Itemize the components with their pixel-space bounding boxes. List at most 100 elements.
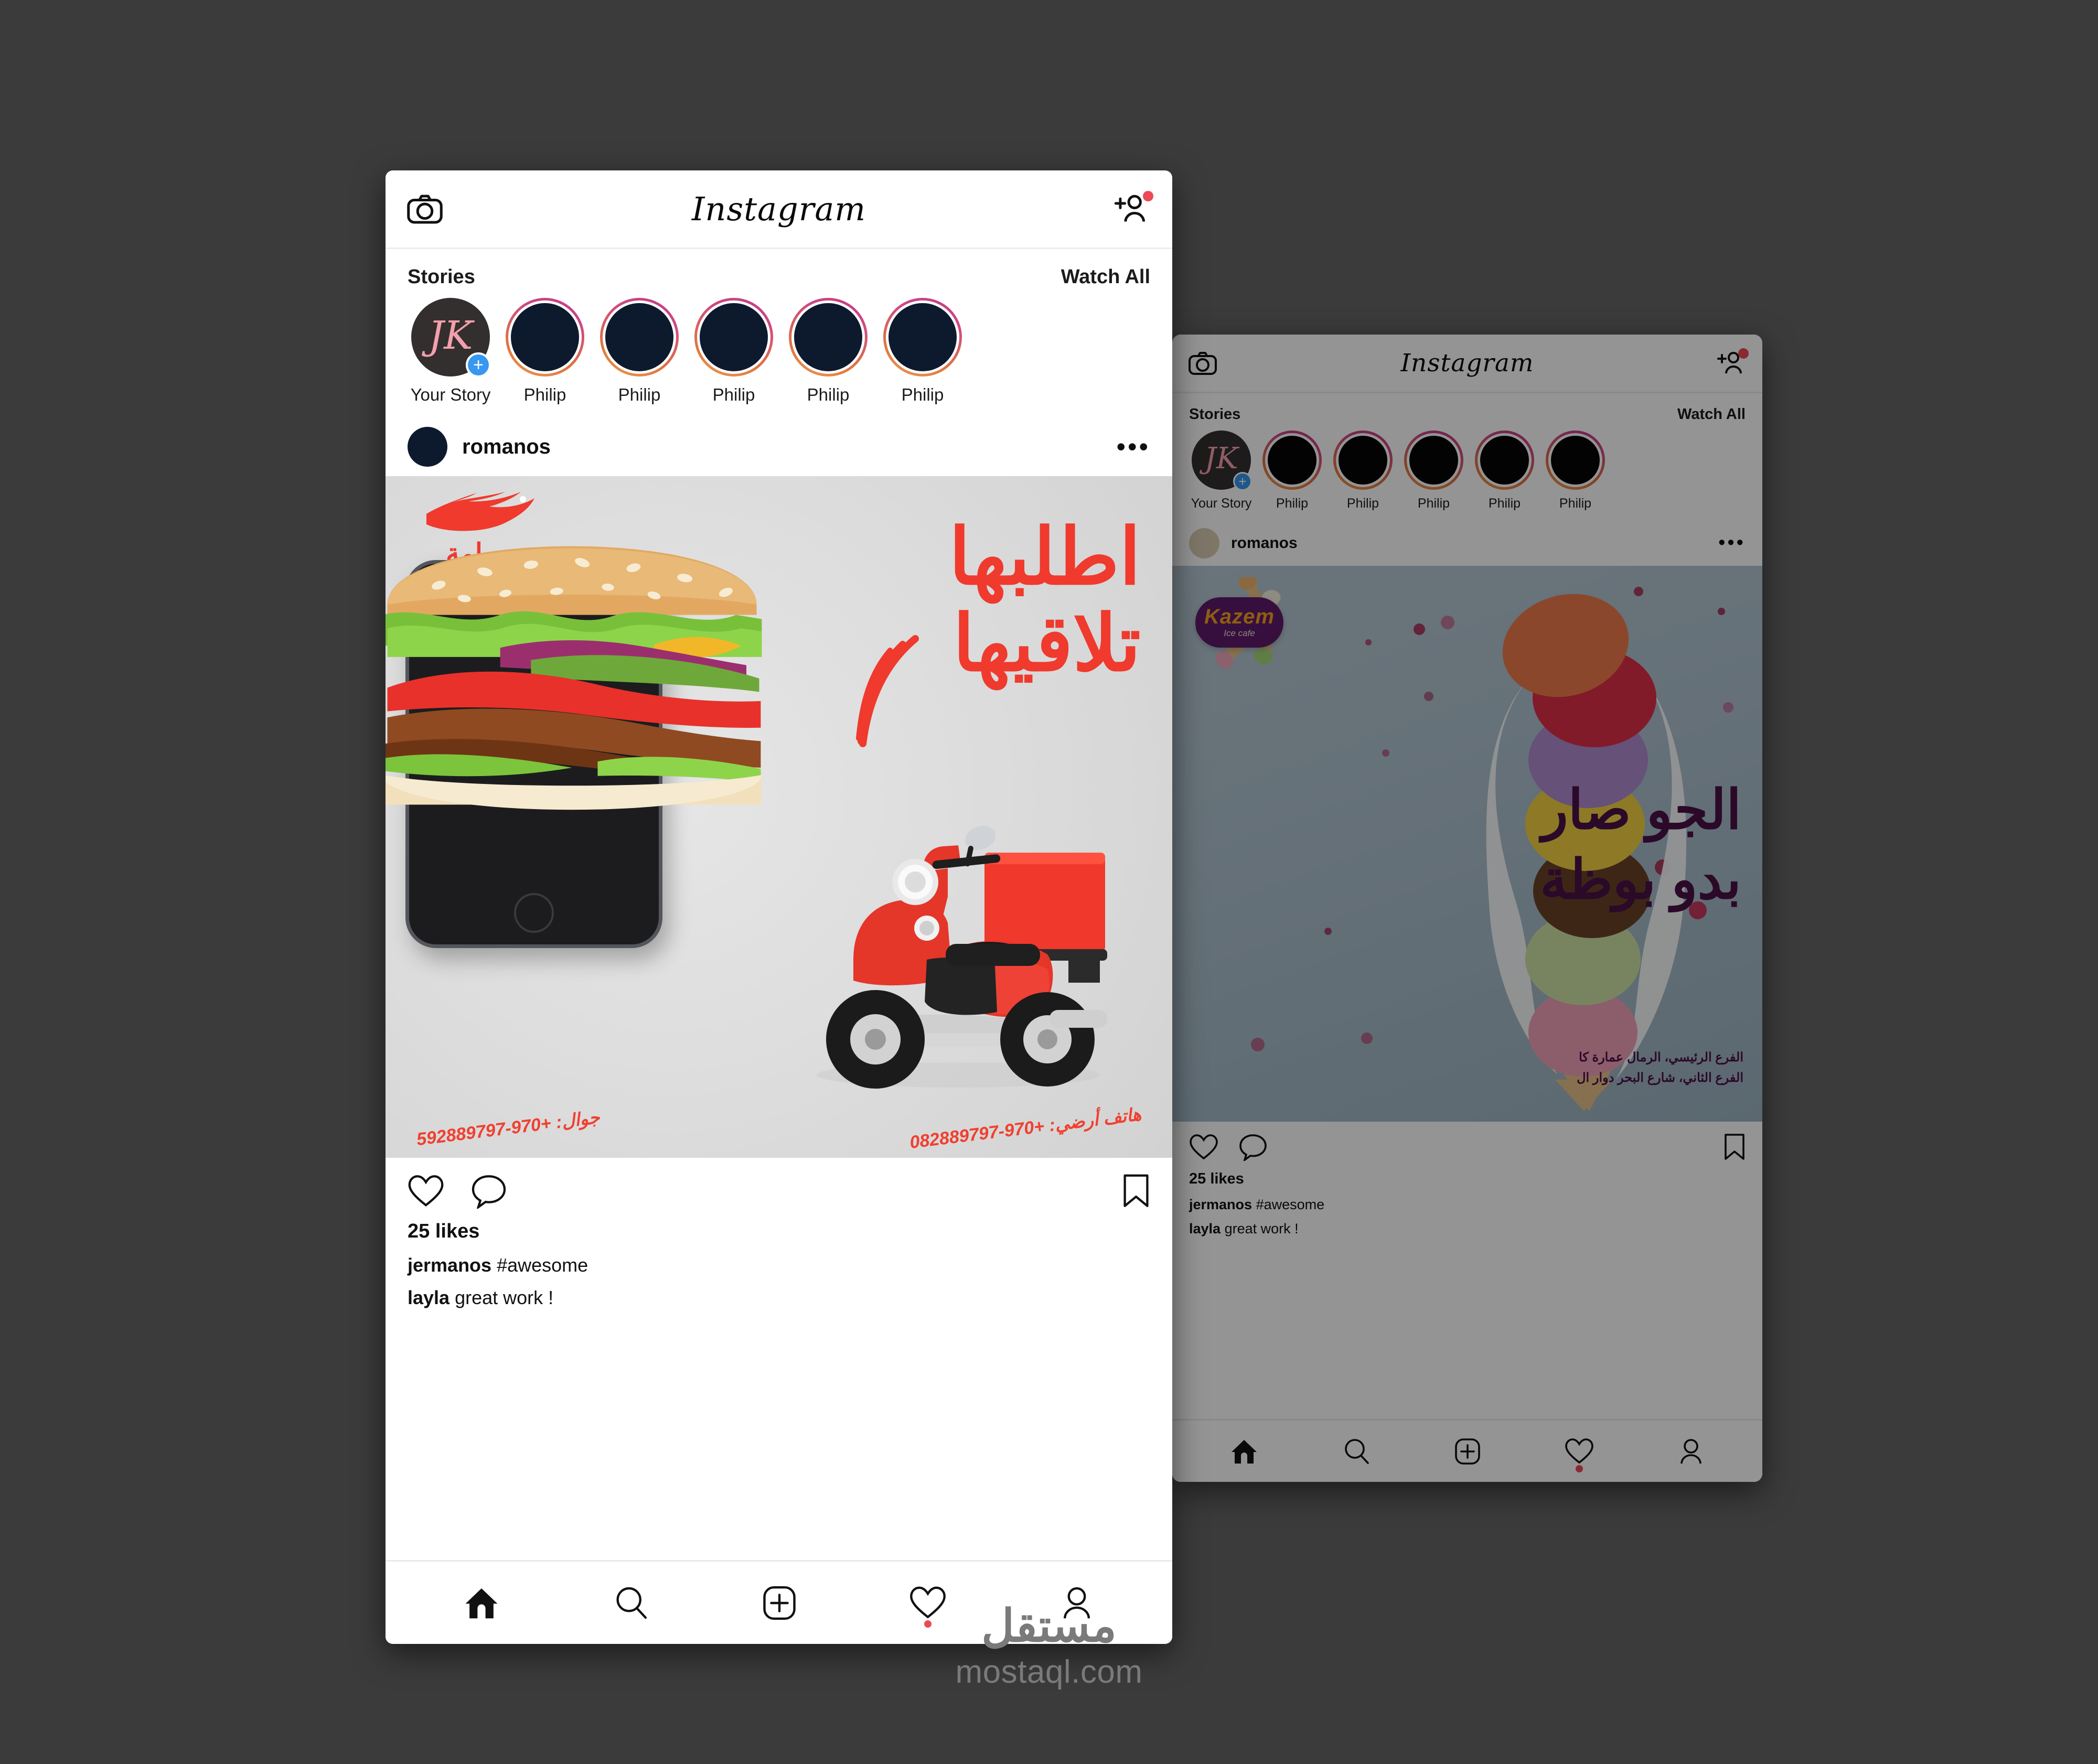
app-logo: Instagram [691, 190, 866, 228]
story-item[interactable]: Philip [1540, 431, 1611, 511]
post-caption: 25 likes jermanos #awesome layla great w… [1172, 1167, 1762, 1237]
avatar [889, 303, 957, 371]
tab-search[interactable] [1342, 1438, 1371, 1465]
brand-name: Kazem [1204, 605, 1275, 628]
instagram-window-secondary[interactable]: Instagram Stories Watch All JK + Your St… [1172, 335, 1762, 1482]
story-label: Philip [807, 385, 850, 404]
avatar[interactable]: JK + [1192, 431, 1252, 491]
watermark-arabic: مستقل [981, 1601, 1117, 1652]
home-button [514, 893, 554, 933]
tab-activity[interactable] [909, 1586, 947, 1628]
story-ring[interactable] [1404, 431, 1463, 490]
avatar[interactable] [1189, 528, 1219, 558]
tab-add-post[interactable] [1454, 1437, 1481, 1466]
post-media-burger-ad[interactable]: يمامة اطلبها تلاقيها هاتف أرضي: +970-082… [386, 476, 1172, 1158]
camera-icon[interactable] [406, 193, 443, 225]
story-label: Philip [523, 385, 566, 404]
tab-home[interactable] [463, 1586, 500, 1620]
story-ring[interactable] [694, 298, 773, 377]
story-item[interactable]: Philip [1398, 431, 1469, 511]
comment-icon[interactable] [1238, 1134, 1268, 1164]
story-item-your-story[interactable]: JK + Your Story [1186, 431, 1257, 511]
watch-all-link[interactable]: Watch All [1061, 266, 1150, 288]
stories-rail[interactable]: JK + Your Story Philip Philip Philip Phi… [386, 292, 1172, 418]
story-item-your-story[interactable]: JK + Your Story [403, 298, 498, 405]
post-actions [1172, 1122, 1762, 1167]
stories-header: Stories Watch All [386, 249, 1172, 292]
comment-icon[interactable] [470, 1174, 507, 1211]
story-label: Philip [1276, 496, 1309, 511]
bookmark-icon[interactable] [1122, 1174, 1150, 1212]
camera-icon[interactable] [1188, 351, 1217, 376]
story-ring[interactable] [506, 298, 584, 377]
story-ring[interactable] [1333, 431, 1393, 490]
comment-username[interactable]: layla [1189, 1221, 1221, 1236]
activity-notification-dot [924, 1620, 932, 1628]
kazem-logo: Kazem Ice cafe [1190, 577, 1321, 682]
story-ring[interactable] [1475, 431, 1534, 490]
heart-icon[interactable] [408, 1174, 444, 1211]
tab-add-post[interactable] [762, 1585, 797, 1621]
app-logo: Instagram [1400, 349, 1534, 378]
story-ring[interactable] [1546, 431, 1605, 490]
avatar [1339, 436, 1387, 485]
bookmark-icon[interactable] [1724, 1133, 1746, 1164]
post-username[interactable]: romanos [462, 435, 551, 459]
avatar[interactable]: JK + [411, 298, 491, 378]
tab-activity[interactable] [1565, 1438, 1594, 1472]
story-ring[interactable] [600, 298, 679, 377]
post-header: romanos ••• [1172, 522, 1762, 566]
likes-count: 25 likes [1189, 1170, 1244, 1187]
creative-headline: اطلبها تلاقيها [949, 518, 1141, 684]
add-story-plus-icon[interactable]: + [466, 352, 491, 378]
app-topbar: Instagram [1172, 335, 1762, 393]
address-line-1: الفرع الرئيسي، الرمال عمارة كا [1579, 1050, 1743, 1065]
avatar[interactable] [408, 427, 447, 467]
heart-icon[interactable] [1189, 1134, 1218, 1164]
watch-all-link[interactable]: Watch All [1677, 406, 1746, 423]
story-ring[interactable] [883, 298, 962, 377]
comment-username[interactable]: jermanos [1189, 1197, 1252, 1212]
story-label: Philip [1417, 496, 1450, 511]
creative-address: الفرع الرئيسي، الرمال عمارة كا الفرع الث… [1577, 1048, 1743, 1088]
instagram-window-primary[interactable]: Instagram Stories Watch All JK + Your St… [386, 170, 1172, 1644]
notification-badge [1143, 190, 1153, 201]
mobile-label: جوال: [554, 1107, 601, 1133]
post-media-ice-cream[interactable]: Kazem Ice cafe الجو صار بدو بوظة الفرع ا… [1172, 566, 1762, 1122]
story-item[interactable]: Philip [1469, 431, 1540, 511]
story-ring[interactable] [789, 298, 868, 377]
confetti-dot [1361, 1032, 1373, 1044]
stories-title: Stories [1189, 406, 1241, 423]
story-item[interactable]: Philip [592, 298, 687, 405]
story-label: Philip [618, 385, 661, 404]
tab-search[interactable] [612, 1586, 650, 1620]
add-person-icon[interactable] [1111, 190, 1153, 225]
avatar [1409, 436, 1458, 485]
post-options-icon[interactable]: ••• [1116, 434, 1150, 460]
story-item[interactable]: Philip [498, 298, 592, 405]
confetti-dot [1414, 623, 1425, 635]
signal-waves-icon [856, 635, 919, 747]
delivery-scooter-image [817, 825, 1107, 1089]
add-story-plus-icon[interactable]: + [1233, 472, 1252, 491]
story-label: Your Story [1191, 496, 1252, 511]
story-item[interactable]: Philip [1257, 431, 1328, 511]
story-label: Philip [712, 385, 755, 404]
stories-rail[interactable]: JK + Your Story Philip Philip Philip Phi… [1172, 425, 1762, 522]
post-actions [386, 1158, 1172, 1216]
comment-username[interactable]: layla [408, 1287, 449, 1308]
comment-username[interactable]: jermanos [408, 1254, 491, 1276]
story-ring[interactable] [1262, 431, 1322, 490]
add-person-icon[interactable] [1715, 348, 1749, 377]
comment-row: jermanos #awesome [1189, 1197, 1746, 1213]
story-item[interactable]: Philip [1328, 431, 1398, 511]
story-item[interactable]: Philip [781, 298, 875, 405]
post-options-icon[interactable]: ••• [1718, 533, 1746, 553]
tab-home[interactable] [1229, 1438, 1259, 1465]
story-item[interactable]: Philip [875, 298, 970, 405]
avatar [511, 303, 579, 371]
story-label: Philip [1559, 496, 1592, 511]
post-username[interactable]: romanos [1231, 534, 1298, 552]
story-item[interactable]: Philip [687, 298, 781, 405]
tab-profile[interactable] [1677, 1438, 1705, 1465]
